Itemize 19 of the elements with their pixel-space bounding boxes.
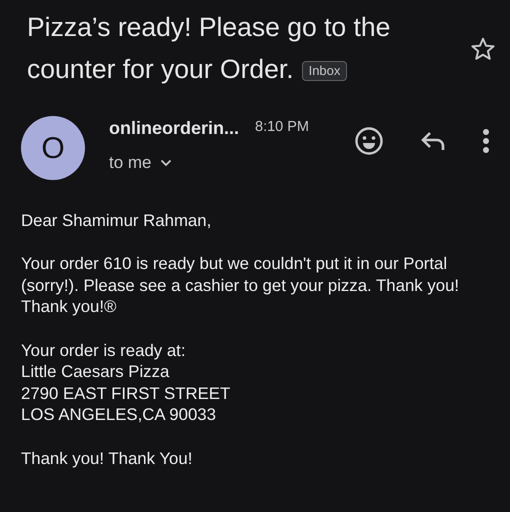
body-text: Your order 610 is ready but we couldn't put it in our Portal (sorry!). Please see a cashier to get your pizza. Thank you! Thank you!®: [21, 253, 460, 318]
email-subject: counter for your Order.: [27, 53, 294, 86]
body-text: Dear Shamimur Rahman,: [21, 210, 212, 232]
email-subject: Pizza’s ready! Please go to the: [27, 11, 390, 44]
body-text: Your order is ready at:: [21, 340, 186, 362]
message-time: 8:10 PM: [255, 118, 310, 138]
emoji-button[interactable]: [354, 126, 384, 156]
body-text: 2790 EAST FIRST STREET: [21, 382, 232, 404]
recipient-dropdown[interactable]: to me: [109, 150, 310, 176]
more-options-button[interactable]: [482, 128, 490, 154]
body-text: LOS ANGELES,CA 90033: [21, 404, 217, 426]
body-text: Thank you! Thank You!: [21, 448, 194, 470]
inbox-label: Inbox: [302, 61, 348, 81]
body-text: Little Caesars Pizza: [21, 361, 170, 383]
chevron-down-icon: [160, 158, 172, 166]
sender-name: onlineorderin...: [109, 116, 240, 140]
sender-avatar: O: [21, 116, 85, 180]
star-button[interactable]: [470, 36, 496, 62]
reply-button[interactable]: [420, 129, 446, 153]
